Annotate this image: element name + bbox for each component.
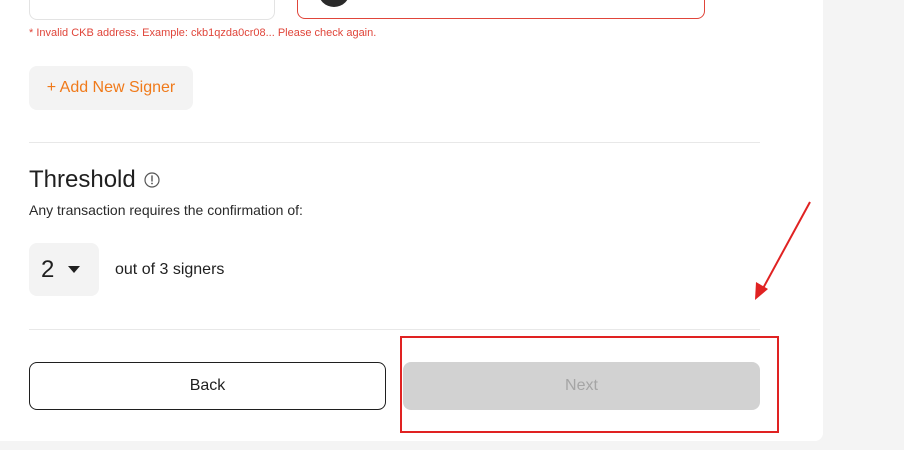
- threshold-description: Any transaction requires the confirmatio…: [29, 202, 303, 218]
- divider: [29, 329, 760, 330]
- back-button[interactable]: Back: [29, 362, 386, 410]
- info-circle-icon[interactable]: [144, 172, 160, 188]
- add-new-signer-label: + Add New Signer: [46, 79, 176, 96]
- next-button[interactable]: Next: [403, 362, 760, 410]
- divider: [29, 142, 760, 143]
- caret-down-icon: [68, 265, 81, 273]
- back-button-label: Back: [189, 377, 226, 394]
- avatar: [318, 0, 350, 7]
- next-button-label: Next: [565, 377, 598, 394]
- signer-name-input[interactable]: [29, 0, 275, 20]
- threshold-selected-value: 2: [41, 255, 55, 283]
- address-error-message: * Invalid CKB address. Example: ckb1qzda…: [29, 27, 377, 39]
- signer-address-input[interactable]: [297, 0, 705, 19]
- create-multisig-card: * Invalid CKB address. Example: ckb1qzda…: [0, 0, 823, 441]
- threshold-suffix: out of 3 signers: [115, 261, 225, 278]
- add-new-signer-button[interactable]: + Add New Signer: [29, 66, 193, 110]
- threshold-header: Threshold: [29, 166, 160, 194]
- threshold-title: Threshold: [29, 166, 136, 193]
- threshold-select[interactable]: 2: [29, 243, 99, 296]
- page: * Invalid CKB address. Example: ckb1qzda…: [0, 0, 904, 450]
